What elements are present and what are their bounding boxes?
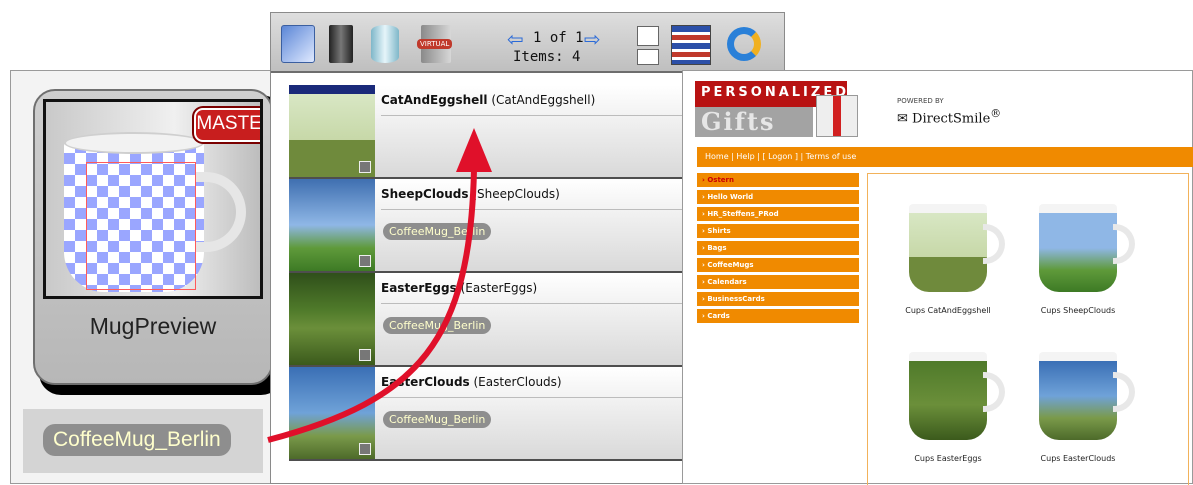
mug-preview-card[interactable]: MASTER MugPreview bbox=[33, 89, 273, 385]
category-label: Bags bbox=[707, 244, 727, 252]
product-label: Cups CatAndEggshell bbox=[905, 306, 991, 315]
arrow-right-icon[interactable]: ⇨ bbox=[584, 27, 601, 51]
list-item-name: CatAndEggshell bbox=[381, 93, 488, 107]
thumbnail-easter-clouds bbox=[289, 367, 375, 459]
mug-handle bbox=[196, 172, 246, 252]
thumbnail-easter-eggs bbox=[289, 273, 375, 365]
logo-gifts: Gifts bbox=[695, 107, 813, 137]
thumbnail-corner-icon bbox=[359, 349, 371, 361]
source-tag-pill[interactable]: CoffeeMug_Berlin bbox=[383, 223, 492, 240]
server-icon[interactable] bbox=[329, 25, 353, 63]
print-area-outline bbox=[86, 162, 196, 290]
source-tag-pill[interactable]: CoffeeMug_Berlin bbox=[43, 424, 231, 456]
category-label: HR_Steffens_PRod bbox=[707, 210, 779, 218]
virtual-label: VIRTUAL bbox=[417, 39, 453, 49]
product-label: Cups SheepClouds bbox=[1040, 306, 1116, 315]
category-item[interactable]: › HR_Steffens_PRod bbox=[697, 207, 859, 221]
list-item-title: SheepClouds (SheepClouds) bbox=[381, 187, 560, 201]
product-card[interactable]: Cups EasterEggs bbox=[888, 352, 1008, 463]
master-badge: MASTER bbox=[194, 108, 260, 142]
product-card[interactable]: Cups SheepClouds bbox=[1018, 204, 1138, 315]
brand-name: ✉ DirectSmile® bbox=[897, 107, 1002, 127]
category-label: Ostern bbox=[707, 176, 734, 184]
gift-box-icon bbox=[816, 95, 858, 137]
mug-handle bbox=[1113, 372, 1135, 412]
pager-text: 1 of 1 bbox=[533, 30, 584, 46]
webshop-preview: PERSONALIZED Gifts POWERED BY ✉ DirectSm… bbox=[682, 70, 1193, 485]
product-image bbox=[909, 204, 1005, 292]
brand-name-text: DirectSmile bbox=[912, 111, 991, 127]
category-menu: › Ostern › Hello World › HR_Steffens_PRo… bbox=[697, 173, 859, 326]
list-view-icon[interactable] bbox=[671, 25, 711, 65]
mug-preview-image: MASTER bbox=[43, 99, 263, 299]
product-label: Cups EasterClouds bbox=[1040, 454, 1116, 463]
category-item[interactable]: › Cards bbox=[697, 309, 859, 323]
category-label: CoffeeMugs bbox=[707, 261, 754, 269]
product-grid: Cups CatAndEggshell Cups SheepClouds Cup… bbox=[867, 173, 1189, 485]
category-label: BusinessCards bbox=[707, 295, 765, 303]
thumbnail-corner-icon bbox=[359, 255, 371, 267]
list-item-title: EasterEggs (EasterEggs) bbox=[381, 281, 537, 295]
category-item[interactable]: › Bags bbox=[697, 241, 859, 255]
list-item-subtitle: (CatAndEggshell) bbox=[491, 93, 596, 107]
arrow-left-icon[interactable]: ⇦ bbox=[507, 27, 524, 51]
list-item-subtitle: (SheepClouds) bbox=[472, 187, 560, 201]
list-item-subtitle: (EasterClouds) bbox=[473, 375, 562, 389]
thumbnail-corner-icon bbox=[359, 443, 371, 455]
category-label: Hello World bbox=[707, 193, 754, 201]
grid-view-icon[interactable] bbox=[637, 26, 659, 46]
product-label: Cups EasterEggs bbox=[914, 454, 982, 463]
product-image bbox=[1039, 352, 1135, 440]
mug-card-title: MugPreview bbox=[89, 313, 217, 339]
category-label: Calendars bbox=[707, 278, 747, 286]
mug-handle bbox=[1113, 224, 1135, 264]
category-label: Shirts bbox=[707, 227, 731, 235]
product-card[interactable]: Cups CatAndEggshell bbox=[888, 204, 1008, 315]
category-item[interactable]: › Calendars bbox=[697, 275, 859, 289]
category-item[interactable]: › Hello World bbox=[697, 190, 859, 204]
list-item-subtitle: (EasterEggs) bbox=[460, 281, 538, 295]
list-item-title: EasterClouds (EasterClouds) bbox=[381, 375, 562, 389]
list-item-name: EasterEggs bbox=[381, 281, 457, 295]
category-item[interactable]: › Ostern bbox=[697, 173, 859, 187]
source-tag-pill[interactable]: CoffeeMug_Berlin bbox=[383, 411, 492, 428]
source-tag-pill[interactable]: CoffeeMug_Berlin bbox=[383, 317, 492, 334]
single-view-icon[interactable] bbox=[637, 49, 659, 65]
category-label: Cards bbox=[707, 312, 730, 320]
mug-handle bbox=[983, 224, 1005, 264]
thumbnail-corner-icon bbox=[359, 161, 371, 173]
list-item-name: SheepClouds bbox=[381, 187, 469, 201]
thumbnail-cat-and-eggshell bbox=[289, 85, 375, 177]
mug-handle bbox=[983, 372, 1005, 412]
mug-rim bbox=[64, 132, 204, 154]
list-item-title: CatAndEggshell (CatAndEggshell) bbox=[381, 93, 595, 107]
items-count: Items: 4 bbox=[513, 49, 581, 65]
powered-by-label: POWERED BY bbox=[897, 97, 944, 105]
product-card[interactable]: Cups EasterClouds bbox=[1018, 352, 1138, 463]
mug-preview-panel: MASTER MugPreview CoffeeMug_Berlin bbox=[10, 70, 286, 484]
browser-toolbar: VIRTUAL ⇦ 1 of 1 ⇨ Items: 4 bbox=[271, 13, 784, 73]
virtual-server-icon[interactable]: VIRTUAL bbox=[417, 25, 453, 63]
source-tag-box: CoffeeMug_Berlin bbox=[23, 409, 263, 473]
category-item[interactable]: › BusinessCards bbox=[697, 292, 859, 306]
thumbnail-sheep-clouds bbox=[289, 179, 375, 271]
category-item[interactable]: › Shirts bbox=[697, 224, 859, 238]
users-icon[interactable] bbox=[281, 25, 315, 63]
category-item[interactable]: › CoffeeMugs bbox=[697, 258, 859, 272]
shop-nav-bar[interactable]: Home | Help | [ Logon ] | Terms of use bbox=[697, 147, 1193, 167]
product-image bbox=[909, 352, 1005, 440]
product-image bbox=[1039, 204, 1135, 292]
database-icon[interactable] bbox=[371, 25, 399, 63]
list-item-name: EasterClouds bbox=[381, 375, 470, 389]
refresh-icon[interactable] bbox=[727, 27, 761, 61]
